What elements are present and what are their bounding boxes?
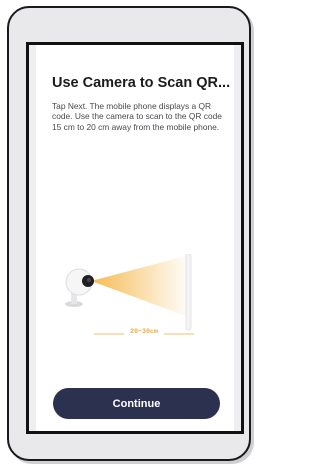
camera-icon — [65, 268, 94, 307]
page-title: Use Camera to Scan QR... — [52, 75, 231, 91]
instruction-text: Tap Next. The mobile phone displays a QR… — [52, 101, 222, 132]
continue-button[interactable]: Continue — [53, 388, 220, 419]
content-panel: Use Camera to Scan QR... Tap Next. The m… — [36, 45, 234, 431]
app-screen: Use Camera to Scan QR... Tap Next. The m… — [26, 42, 244, 434]
camera-beam — [91, 256, 186, 316]
distance-label: 20~30cm — [130, 328, 158, 335]
phone-edge-icon — [185, 254, 192, 331]
